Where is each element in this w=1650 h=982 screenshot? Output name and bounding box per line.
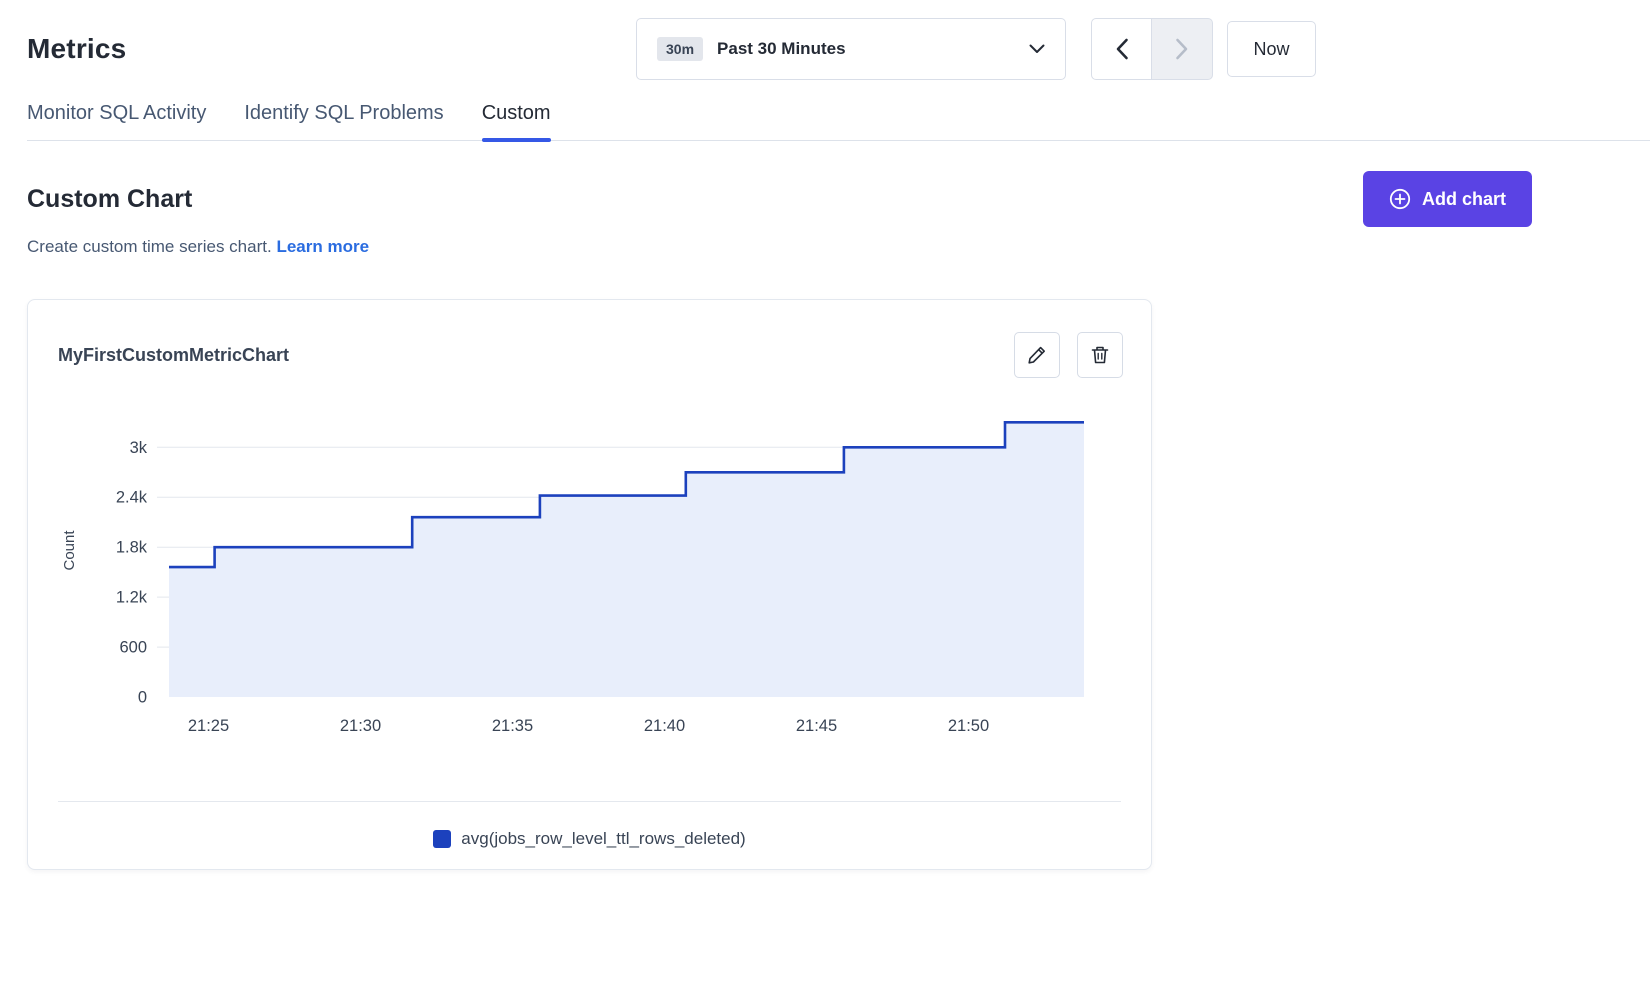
time-range-selector[interactable]: 30m Past 30 Minutes — [636, 18, 1066, 80]
section-description-text: Create custom time series chart. — [27, 237, 272, 256]
metrics-page: Metrics 30m Past 30 Minutes Now Monito — [0, 0, 1650, 870]
tab-identify-sql-problems[interactable]: Identify SQL Problems — [244, 102, 443, 140]
chevron-right-icon — [1175, 38, 1189, 60]
chart-title: MyFirstCustomMetricChart — [58, 345, 997, 366]
svg-text:3k: 3k — [130, 439, 148, 457]
legend-swatch — [433, 830, 451, 848]
section-header: Custom Chart Add chart — [27, 171, 1532, 227]
page-header: Metrics 30m Past 30 Minutes Now — [27, 18, 1316, 80]
next-time-button[interactable] — [1152, 18, 1213, 80]
time-range-label: Past 30 Minutes — [717, 39, 1015, 59]
svg-text:21:30: 21:30 — [340, 717, 381, 735]
section-description: Create custom time series chart. Learn m… — [27, 237, 1532, 257]
time-nav-group — [1091, 18, 1213, 80]
custom-tab-content: Custom Chart Add chart Create custom tim… — [27, 171, 1650, 870]
svg-text:21:35: 21:35 — [492, 717, 533, 735]
legend-separator — [58, 801, 1121, 802]
section-title: Custom Chart — [27, 185, 1363, 214]
svg-text:0: 0 — [138, 689, 147, 707]
svg-text:21:45: 21:45 — [796, 717, 837, 735]
tab-custom[interactable]: Custom — [482, 102, 551, 140]
edit-chart-button[interactable] — [1014, 332, 1060, 378]
svg-text:2.4k: 2.4k — [116, 489, 148, 507]
plus-circle-icon — [1389, 188, 1411, 210]
svg-text:1.8k: 1.8k — [116, 539, 148, 557]
add-chart-button[interactable]: Add chart — [1363, 171, 1532, 227]
custom-chart-card: MyFirstCustomMetricChart — [27, 299, 1152, 870]
time-range-badge: 30m — [657, 37, 703, 61]
chevron-left-icon — [1115, 38, 1129, 60]
chart-legend: avg(jobs_row_level_ttl_rows_deleted) — [28, 829, 1151, 849]
custom-chart-svg: 0 600 1.2k 1.8k 2.4k 3k 21:25 21:30 21:35 21:40 21… — [58, 394, 1123, 754]
chart-area: 0 600 1.2k 1.8k 2.4k 3k 21:25 21:30 21:35 21:40 21… — [28, 394, 1151, 759]
delete-chart-button[interactable] — [1077, 332, 1123, 378]
metrics-tabs: Monitor SQL Activity Identify SQL Proble… — [27, 102, 1650, 141]
tab-monitor-sql-activity[interactable]: Monitor SQL Activity — [27, 102, 206, 140]
chart-card-header: MyFirstCustomMetricChart — [28, 332, 1151, 378]
svg-text:21:40: 21:40 — [644, 717, 685, 735]
svg-text:21:50: 21:50 — [948, 717, 989, 735]
page-title: Metrics — [27, 33, 636, 65]
prev-time-button[interactable] — [1091, 18, 1152, 80]
svg-text:Count: Count — [61, 530, 78, 571]
learn-more-link[interactable]: Learn more — [276, 237, 369, 256]
legend-label: avg(jobs_row_level_ttl_rows_deleted) — [461, 829, 745, 849]
pencil-icon — [1026, 344, 1048, 366]
add-chart-label: Add chart — [1422, 189, 1506, 210]
trash-icon — [1089, 344, 1111, 366]
svg-text:21:25: 21:25 — [188, 717, 229, 735]
now-button[interactable]: Now — [1227, 21, 1316, 77]
svg-text:600: 600 — [119, 639, 147, 657]
svg-text:1.2k: 1.2k — [116, 589, 148, 607]
chevron-down-icon — [1029, 44, 1045, 54]
